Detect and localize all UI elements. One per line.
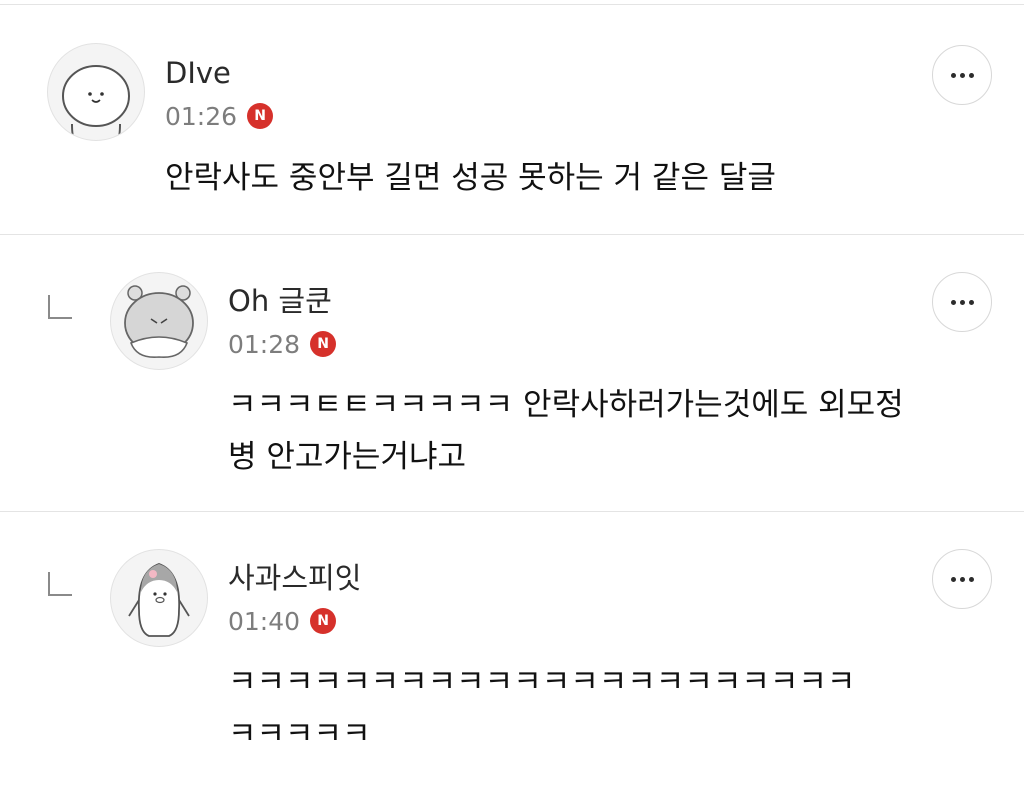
comment-meta: 01:26 N: [165, 101, 274, 131]
more-options-icon: [950, 72, 956, 78]
comment-text: 안락사도 중안부 길면 성공 못하는 거 같은 달글: [165, 160, 776, 196]
comment-text: ㅋㅋㅋㅌㅌㅋㅋㅋㅋㅋ 안락사하러가는것에도 외모정 병 안고가는거냐고: [228, 379, 998, 483]
reply-arrow-icon: [48, 295, 72, 319]
avatar-character-icon: [124, 285, 194, 359]
more-options-icon-dot: [959, 576, 965, 582]
comment-text-line: ㅋㅋㅋㅋㅋ: [228, 716, 371, 752]
comment-meta: 01:40 N: [228, 606, 337, 636]
more-options-button[interactable]: [932, 45, 992, 105]
timestamp: 01:26: [165, 101, 238, 131]
comment-text-line: ㅋㅋㅋㅌㅌㅋㅋㅋㅋㅋ 안락사하러가는것에도 외모정: [228, 387, 904, 423]
avatar-character-icon: [62, 65, 130, 140]
comment-item: DIve 01:26 N 안락사도 중안부 길면 성공 못하는 거 같은 달글: [0, 5, 1024, 235]
avatar[interactable]: [110, 549, 208, 647]
more-options-icon-dot: [959, 299, 965, 305]
more-options-button[interactable]: [932, 549, 992, 609]
more-options-icon: [950, 299, 956, 305]
comment-meta: 01:28 N: [228, 329, 337, 359]
comment-text: ㅋㅋㅋㅋㅋㅋㅋㅋㅋㅋㅋㅋㅋㅋㅋㅋㅋㅋㅋㅋㅋㅋ ㅋㅋㅋㅋㅋ: [228, 656, 998, 760]
author-name[interactable]: 사과스피잇: [228, 564, 361, 593]
comment-item: 사과스피잇 01:40 N ㅋㅋㅋㅋㅋㅋㅋㅋㅋㅋㅋㅋㅋㅋㅋㅋㅋㅋㅋㅋㅋㅋ ㅋㅋㅋ…: [0, 512, 1024, 788]
author-name[interactable]: Oh 글쿤: [228, 287, 332, 316]
more-options-icon-dot: [968, 299, 974, 305]
author-name[interactable]: DIve: [165, 59, 231, 88]
comment-text-line: 병 안고가는거냐고: [228, 439, 467, 475]
more-options-button[interactable]: [932, 272, 992, 332]
avatar[interactable]: [110, 272, 208, 370]
avatar-character-icon: [128, 563, 190, 637]
more-options-icon: [950, 576, 956, 582]
comment-item: Oh 글쿤 01:28 N ㅋㅋㅋㅌㅌㅋㅋㅋㅋㅋ 안락사하러가는것에도 외모정 …: [0, 235, 1024, 512]
more-options-icon-dot: [959, 72, 965, 78]
new-badge: N: [247, 103, 274, 129]
more-options-icon-dot: [968, 72, 974, 78]
new-badge: N: [310, 331, 337, 357]
new-badge: N: [310, 608, 337, 634]
timestamp: 01:28: [228, 329, 301, 359]
avatar[interactable]: [47, 43, 145, 141]
more-options-icon-dot: [968, 576, 974, 582]
timestamp: 01:40: [228, 606, 301, 636]
comment-text-line: ㅋㅋㅋㅋㅋㅋㅋㅋㅋㅋㅋㅋㅋㅋㅋㅋㅋㅋㅋㅋㅋㅋ: [228, 664, 856, 700]
reply-arrow-icon: [48, 572, 72, 596]
